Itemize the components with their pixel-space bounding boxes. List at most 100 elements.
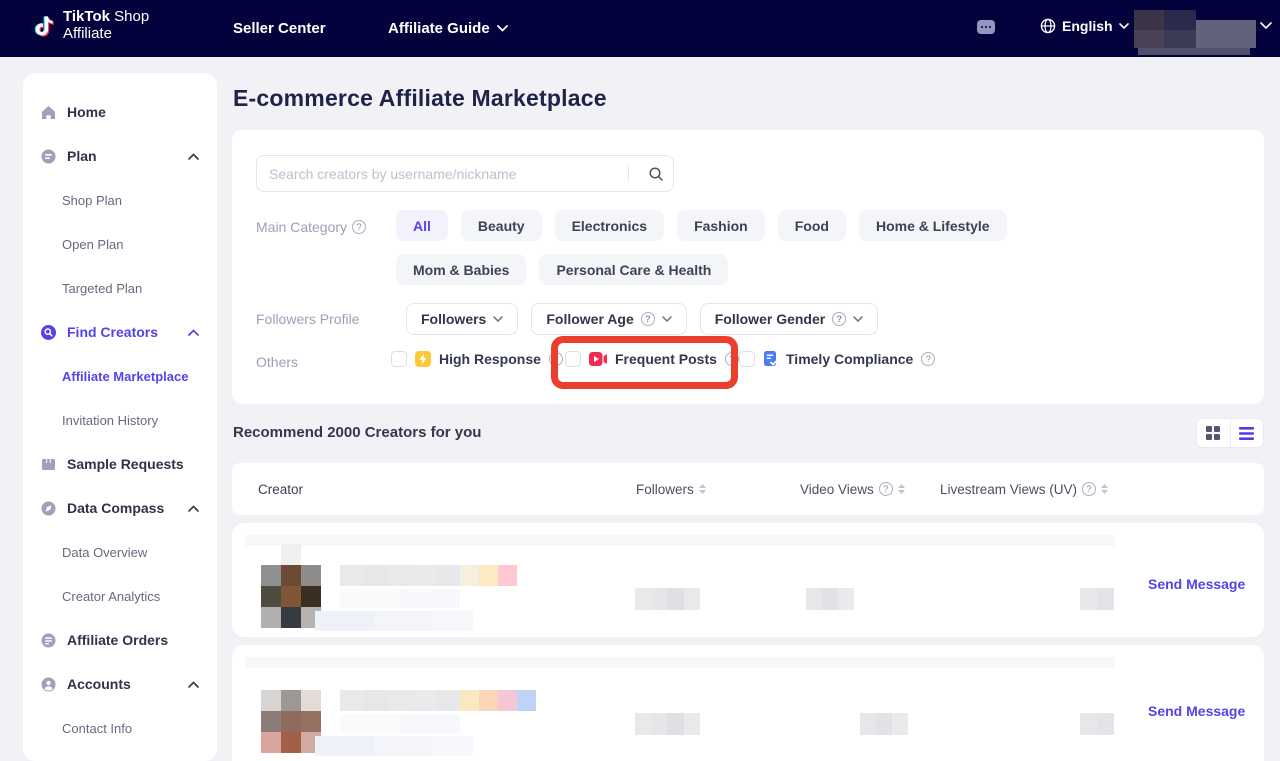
- blurred-creator-subtext: [340, 714, 460, 733]
- person-icon: [40, 676, 57, 693]
- category-chip-mom-babies[interactable]: Mom & Babies: [396, 254, 526, 285]
- blurred-creator-tags: [315, 736, 473, 756]
- creator-row[interactable]: Send Message: [232, 645, 1264, 761]
- main-category-label: Main Category ?: [256, 219, 366, 235]
- blurred-followers-value: [635, 588, 700, 610]
- results-heading: Recommend 2000 Creators for you: [233, 424, 481, 441]
- category-chip-beauty[interactable]: Beauty: [461, 210, 542, 241]
- sidebar: Home Plan Shop Plan Open Plan Targeted P…: [23, 73, 217, 761]
- sidebar-item-creator-analytics[interactable]: Creator Analytics: [23, 574, 217, 618]
- column-livestream-views[interactable]: Livestream Views (UV) ?: [940, 463, 1108, 515]
- creators-table-header: Creator Followers Video Views ? Livestre…: [232, 463, 1264, 515]
- chevron-up-icon: [188, 147, 199, 165]
- help-icon: ?: [832, 312, 846, 326]
- list-view-button[interactable]: [1231, 419, 1264, 447]
- sidebar-item-open-plan[interactable]: Open Plan: [23, 222, 217, 266]
- chevron-down-icon: [1119, 23, 1129, 29]
- chevron-up-icon: [188, 675, 199, 693]
- chevron-down-icon: [497, 25, 508, 32]
- followers-dropdown[interactable]: Followers: [406, 303, 518, 335]
- category-chip-food[interactable]: Food: [778, 210, 846, 241]
- document-check-icon: [763, 351, 778, 367]
- follower-gender-dropdown[interactable]: Follower Gender ?: [700, 303, 878, 335]
- blurred-banner: [245, 657, 1115, 668]
- list-icon: [1239, 427, 1254, 440]
- column-followers[interactable]: Followers: [636, 463, 706, 515]
- category-chip-fashion[interactable]: Fashion: [677, 210, 765, 241]
- sidebar-item-plan[interactable]: Plan: [23, 134, 217, 178]
- sidebar-item-sample-requests[interactable]: Sample Requests: [23, 442, 217, 486]
- category-chip-all[interactable]: All: [396, 210, 448, 241]
- send-message-button[interactable]: Send Message: [1148, 576, 1245, 592]
- follower-age-dropdown[interactable]: Follower Age ?: [531, 303, 686, 335]
- sidebar-item-accounts[interactable]: Accounts: [23, 662, 217, 706]
- high-response-option[interactable]: High Response ?: [391, 351, 563, 367]
- tiktok-note-icon: [32, 12, 56, 40]
- frequent-posts-option[interactable]: Frequent Posts ?: [565, 351, 739, 367]
- timely-compliance-option[interactable]: Timely Compliance ?: [739, 351, 935, 367]
- sidebar-item-find-creators[interactable]: Find Creators: [23, 310, 217, 354]
- followers-profile-label: Followers Profile: [256, 311, 359, 327]
- sidebar-item-home[interactable]: Home: [23, 90, 217, 134]
- chevron-up-icon: [188, 499, 199, 517]
- app-root: TikTok Shop Affiliate Seller Center Affi…: [0, 0, 1280, 761]
- plan-icon: [40, 148, 57, 165]
- package-icon: [40, 456, 57, 473]
- sort-icon[interactable]: [1101, 484, 1108, 494]
- help-icon: ?: [725, 352, 739, 366]
- search-icon[interactable]: [639, 156, 673, 191]
- chevron-down-icon: [853, 316, 863, 322]
- followers-profile-dropdowns: Followers Follower Age ? Follower Gender…: [406, 303, 878, 335]
- filters-panel: Main Category ? All Beauty Electronics F…: [232, 130, 1264, 404]
- blurred-video-views-value: [806, 588, 854, 610]
- orders-icon: [40, 632, 57, 649]
- category-chip-home-lifestyle[interactable]: Home & Lifestyle: [859, 210, 1007, 241]
- search-input[interactable]: [257, 166, 628, 182]
- sidebar-item-data-compass[interactable]: Data Compass: [23, 486, 217, 530]
- column-video-views[interactable]: Video Views ?: [800, 463, 905, 515]
- chevron-up-icon: [188, 323, 199, 341]
- sidebar-item-affiliate-marketplace[interactable]: Affiliate Marketplace: [23, 354, 217, 398]
- home-icon: [40, 104, 57, 121]
- tiktok-shop-affiliate-logo[interactable]: TikTok Shop Affiliate: [32, 9, 149, 42]
- chevron-down-icon: [662, 316, 672, 322]
- category-chip-electronics[interactable]: Electronics: [555, 210, 664, 241]
- category-chip-personal-care-health[interactable]: Personal Care & Health: [539, 254, 728, 285]
- sort-icon[interactable]: [898, 484, 905, 494]
- sidebar-item-shop-plan[interactable]: Shop Plan: [23, 178, 217, 222]
- help-icon: ?: [641, 312, 655, 326]
- sidebar-item-affiliate-orders[interactable]: Affiliate Orders: [23, 618, 217, 662]
- others-label: Others: [256, 354, 298, 370]
- timely-compliance-checkbox[interactable]: [739, 351, 755, 367]
- sidebar-item-data-overview[interactable]: Data Overview: [23, 530, 217, 574]
- nav-affiliate-guide[interactable]: Affiliate Guide: [388, 20, 508, 37]
- account-menu-blurred[interactable]: [1134, 8, 1258, 50]
- blurred-livestream-views-value: [1080, 713, 1114, 735]
- messages-icon[interactable]: [977, 20, 995, 34]
- frequent-posts-checkbox[interactable]: [565, 351, 581, 367]
- help-icon: ?: [879, 482, 893, 496]
- blurred-creator-subtext: [340, 589, 460, 608]
- help-icon: ?: [1082, 482, 1096, 496]
- language-selector[interactable]: English: [1040, 18, 1129, 34]
- sidebar-item-contact-info[interactable]: Contact Info: [23, 706, 217, 750]
- creator-row[interactable]: Send Message: [232, 523, 1264, 637]
- blurred-creator-name: [340, 565, 517, 586]
- page-title: E-commerce Affiliate Marketplace: [233, 85, 607, 112]
- top-navbar: TikTok Shop Affiliate Seller Center Affi…: [0, 0, 1280, 57]
- help-icon: ?: [921, 352, 935, 366]
- logo-wordmark: TikTok Shop Affiliate: [63, 9, 149, 42]
- high-response-checkbox[interactable]: [391, 351, 407, 367]
- main-category-chips: All Beauty Electronics Fashion Food Home…: [396, 210, 1106, 285]
- lightning-icon: [415, 351, 431, 367]
- sort-icon[interactable]: [699, 484, 706, 494]
- grid-view-button[interactable]: [1197, 419, 1231, 447]
- sidebar-item-invitation-history[interactable]: Invitation History: [23, 398, 217, 442]
- blurred-avatar: [261, 565, 321, 628]
- send-message-button[interactable]: Send Message: [1148, 703, 1245, 719]
- help-icon[interactable]: ?: [352, 220, 366, 234]
- sidebar-item-targeted-plan[interactable]: Targeted Plan: [23, 266, 217, 310]
- chevron-down-icon: [493, 316, 503, 322]
- nav-seller-center[interactable]: Seller Center: [233, 20, 326, 37]
- blurred-livestream-views-value: [1080, 588, 1114, 610]
